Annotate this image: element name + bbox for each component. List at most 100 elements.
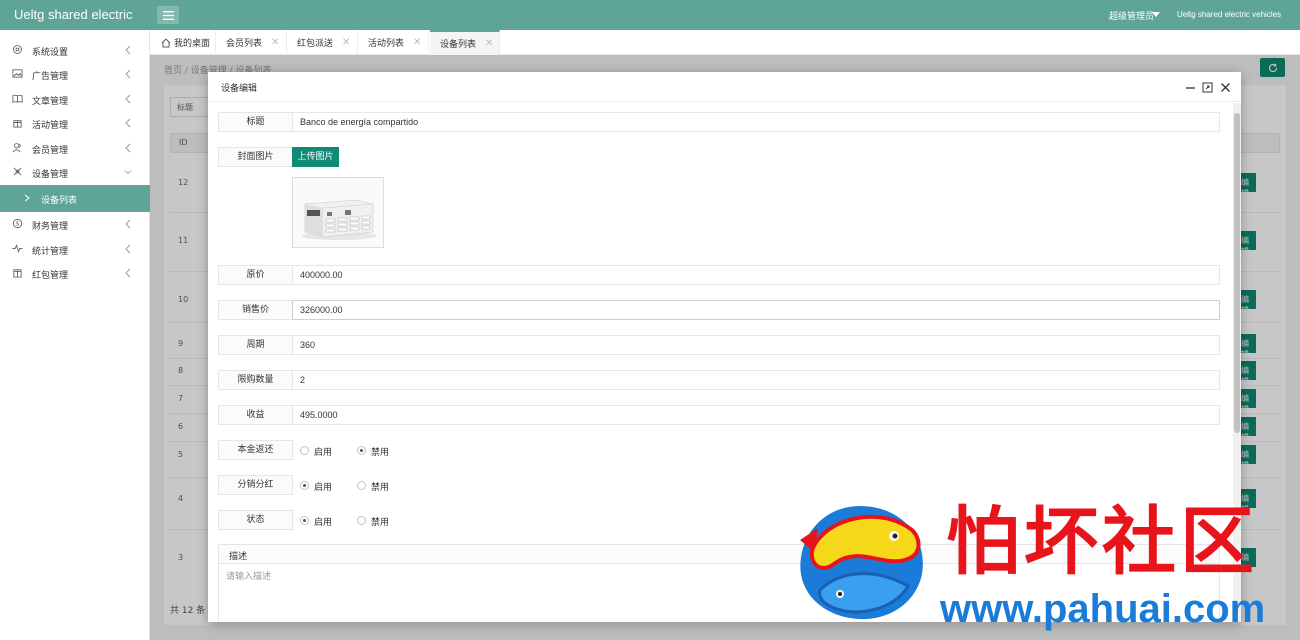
- close-icon[interactable]: ✕: [485, 38, 493, 49]
- chevron-left-icon: [125, 244, 131, 254]
- fish-logo-watermark: [800, 506, 923, 620]
- tab-label: 我的桌面: [174, 39, 211, 49]
- purchase-limit-input[interactable]: 2: [292, 370, 1220, 390]
- tab-member-list[interactable]: 会员列表 ✕: [216, 30, 287, 55]
- status-label: 状态: [218, 510, 293, 530]
- admin-user-menu[interactable]: 超级管理员: [1109, 9, 1154, 22]
- upload-image-button[interactable]: 上传图片: [292, 147, 339, 167]
- chevron-left-icon: [125, 268, 131, 278]
- income-label: 收益: [218, 405, 293, 425]
- dividend-enable-radio[interactable]: [300, 481, 309, 490]
- hamburger-icon: [162, 10, 174, 20]
- sidebar-item-articles[interactable]: 文章管理: [0, 87, 150, 111]
- status-enable-label[interactable]: 启用: [314, 515, 332, 528]
- cover-image-label: 封面图片: [218, 147, 293, 167]
- power-bank-device-image: [293, 178, 383, 247]
- chevron-left-icon: [125, 118, 131, 128]
- refund-enable-label[interactable]: 启用: [314, 445, 332, 458]
- sidebar-item-ads[interactable]: 广告管理: [0, 62, 150, 86]
- top-header: Ueltg shared electric 超级管理员 Ueltg shared…: [0, 0, 1300, 30]
- book-icon: [12, 94, 23, 103]
- company-name[interactable]: Ueltg shared electric vehicles: [1177, 10, 1281, 19]
- chevron-left-icon: [125, 219, 131, 229]
- close-icon[interactable]: ✕: [342, 37, 350, 48]
- image-icon: [12, 69, 23, 78]
- principal-refund-label: 本金返还: [218, 440, 293, 460]
- title-label: 标题: [218, 112, 293, 132]
- status-enable-radio[interactable]: [300, 516, 309, 525]
- original-price-input[interactable]: 400000.00: [292, 265, 1220, 285]
- sidebar-subitem-device-list[interactable]: 设备列表: [0, 185, 150, 212]
- menu-toggle-button[interactable]: [157, 6, 179, 24]
- sidebar-item-redpacket[interactable]: 红包管理: [0, 261, 150, 285]
- purchase-limit-label: 限购数量: [218, 370, 293, 390]
- chevron-left-icon: [125, 69, 131, 79]
- title-input[interactable]: Banco de energía compartido: [292, 112, 1220, 132]
- sidebar-item-label: 统计管理: [32, 247, 69, 257]
- sidebar-item-label: 系统设置: [32, 48, 69, 58]
- refund-disable-label[interactable]: 禁用: [371, 445, 389, 458]
- chevron-left-icon: [125, 45, 131, 55]
- tab-my-desktop[interactable]: 我的桌面: [150, 30, 216, 55]
- sidebar-item-finance[interactable]: $ 财务管理: [0, 212, 150, 236]
- period-input[interactable]: 360: [292, 335, 1220, 355]
- income-input[interactable]: 495.0000: [292, 405, 1220, 425]
- dividend-enable-label[interactable]: 启用: [314, 480, 332, 493]
- sidebar-item-members[interactable]: 会员管理: [0, 136, 150, 160]
- dividend-disable-radio[interactable]: [357, 481, 366, 490]
- sale-price-input[interactable]: 326000.00: [292, 300, 1220, 320]
- refund-enable-radio[interactable]: [300, 446, 309, 455]
- original-price-label: 原价: [218, 265, 293, 285]
- period-label: 周期: [218, 335, 293, 355]
- sidebar-subitem-label: 设备列表: [41, 196, 78, 206]
- chevron-down-icon: [124, 170, 132, 175]
- description-textarea[interactable]: 请输入描述: [226, 569, 271, 582]
- tab-label: 设备列表: [440, 40, 477, 50]
- brand-title: Ueltg shared electric: [14, 7, 133, 22]
- chevron-left-icon: [125, 143, 131, 153]
- sidebar-item-label: 广告管理: [32, 72, 69, 82]
- sidebar-item-statistics[interactable]: 统计管理: [0, 237, 150, 261]
- sidebar-item-activities[interactable]: 活动管理: [0, 111, 150, 135]
- sale-price-label: 销售价: [218, 300, 293, 320]
- device-icon: [13, 167, 22, 176]
- dividend-disable-label[interactable]: 禁用: [371, 480, 389, 493]
- tab-bar: 我的桌面 会员列表 ✕ 红包派送 ✕ 活动列表 ✕ 设备列表 ✕: [150, 30, 1300, 55]
- sidebar-item-label: 财务管理: [32, 222, 69, 232]
- sidebar-item-label: 文章管理: [32, 97, 69, 107]
- scrollbar-thumb[interactable]: [1234, 113, 1240, 433]
- dollar-icon: $: [12, 218, 23, 229]
- tab-label: 红包派送: [297, 39, 334, 49]
- sidebar: 系统设置 广告管理 文章管理 活动管理 会员管理 设备管理 设备列表 $ 财务管…: [0, 30, 150, 640]
- watermark-text: 怕坏社区: [946, 499, 1258, 585]
- cover-image-preview[interactable]: [292, 177, 384, 248]
- sidebar-item-label: 会员管理: [32, 146, 69, 156]
- pulse-icon: [12, 243, 23, 254]
- status-disable-label[interactable]: 禁用: [371, 515, 389, 528]
- gear-icon: [13, 45, 22, 54]
- modal-title: 设备编辑: [221, 84, 258, 94]
- chevron-right-icon: [24, 194, 30, 202]
- sidebar-item-label: 活动管理: [32, 121, 69, 131]
- users-icon: [12, 143, 21, 153]
- sidebar-item-label: 红包管理: [32, 271, 69, 281]
- close-icon[interactable]: ✕: [271, 37, 279, 48]
- svg-text:$: $: [16, 221, 20, 228]
- status-disable-radio[interactable]: [357, 516, 366, 525]
- refund-disable-radio[interactable]: [357, 446, 366, 455]
- home-icon: [161, 37, 171, 47]
- watermark-url: www.pahuai.com: [940, 587, 1266, 631]
- close-icon[interactable]: [1220, 82, 1231, 93]
- maximize-icon[interactable]: [1202, 82, 1213, 93]
- minimize-icon[interactable]: [1185, 82, 1196, 93]
- tab-redpacket[interactable]: 红包派送 ✕: [287, 30, 358, 55]
- chevron-left-icon: [125, 94, 131, 104]
- redpacket-icon: [13, 269, 22, 278]
- tab-device-list[interactable]: 设备列表 ✕: [430, 30, 500, 55]
- tab-label: 活动列表: [368, 39, 405, 49]
- sidebar-item-system[interactable]: 系统设置: [0, 38, 150, 62]
- close-icon[interactable]: ✕: [413, 37, 421, 48]
- sidebar-item-devices[interactable]: 设备管理: [0, 160, 150, 184]
- caret-down-icon: [1152, 12, 1160, 17]
- tab-activity-list[interactable]: 活动列表 ✕: [358, 30, 429, 55]
